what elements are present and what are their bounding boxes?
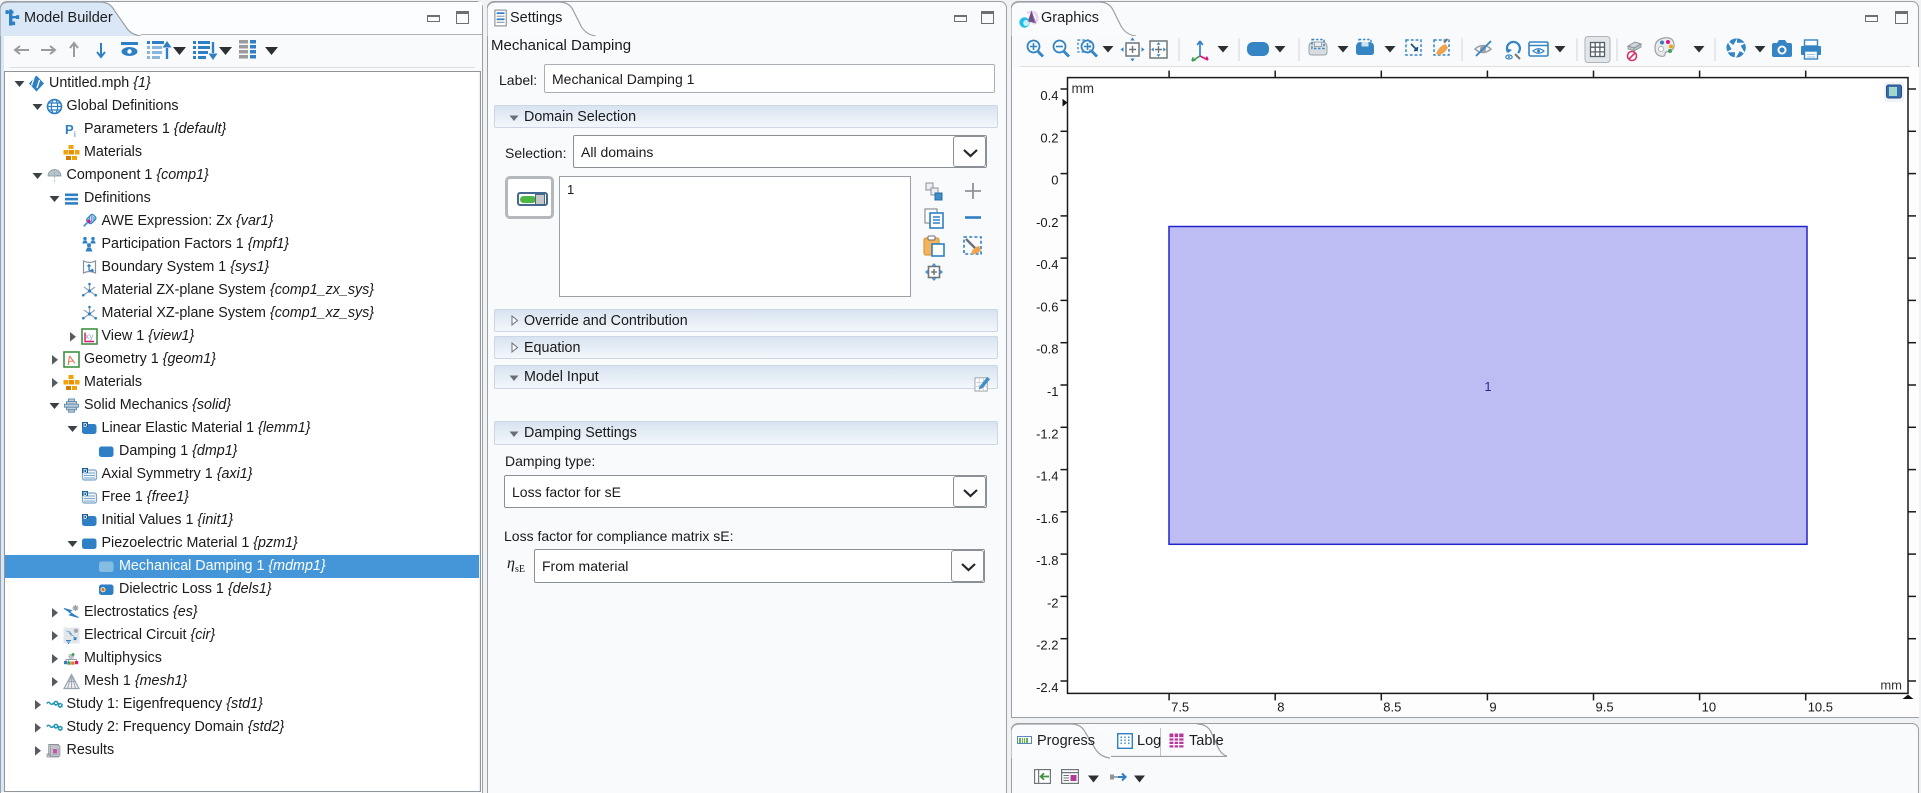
svg-text:-0.6: -0.6 xyxy=(1036,299,1058,314)
svg-text:-0.8: -0.8 xyxy=(1036,342,1058,357)
svg-text:8: 8 xyxy=(1277,699,1284,714)
svg-text:mm: mm xyxy=(1072,81,1095,96)
svg-text:i: i xyxy=(74,130,76,138)
svg-text:-2.2: -2.2 xyxy=(1036,638,1058,653)
svg-text:-1.8: -1.8 xyxy=(1036,553,1058,568)
svg-text:-2.4: -2.4 xyxy=(1036,680,1058,695)
svg-text:10: 10 xyxy=(1702,699,1716,714)
svg-text:-0.2: -0.2 xyxy=(1036,215,1058,230)
svg-text:0.4: 0.4 xyxy=(1040,88,1058,103)
svg-text:-1.4: -1.4 xyxy=(1036,469,1058,484)
svg-text:-1.2: -1.2 xyxy=(1036,426,1058,441)
svg-text:10.5: 10.5 xyxy=(1808,699,1833,714)
svg-text:mm: mm xyxy=(1880,677,1902,692)
svg-text:xy: xy xyxy=(85,331,94,341)
svg-text:-2: -2 xyxy=(1047,595,1059,610)
svg-text:-1.6: -1.6 xyxy=(1036,511,1058,526)
svg-text:D: D xyxy=(83,491,87,497)
svg-text:8.5: 8.5 xyxy=(1383,699,1401,714)
svg-text:D: D xyxy=(83,422,87,428)
svg-text:7.5: 7.5 xyxy=(1171,699,1189,714)
svg-text:0.2: 0.2 xyxy=(1040,130,1058,145)
svg-text:D: D xyxy=(83,468,87,474)
svg-text:9.5: 9.5 xyxy=(1596,699,1614,714)
svg-text:9: 9 xyxy=(1489,699,1496,714)
svg-text:0: 0 xyxy=(1051,173,1058,188)
svg-text:-0.4: -0.4 xyxy=(1036,257,1058,272)
svg-text:P: P xyxy=(65,122,74,137)
svg-text:1: 1 xyxy=(1485,380,1492,394)
svg-text:D: D xyxy=(83,514,87,520)
svg-text:-1: -1 xyxy=(1047,384,1059,399)
